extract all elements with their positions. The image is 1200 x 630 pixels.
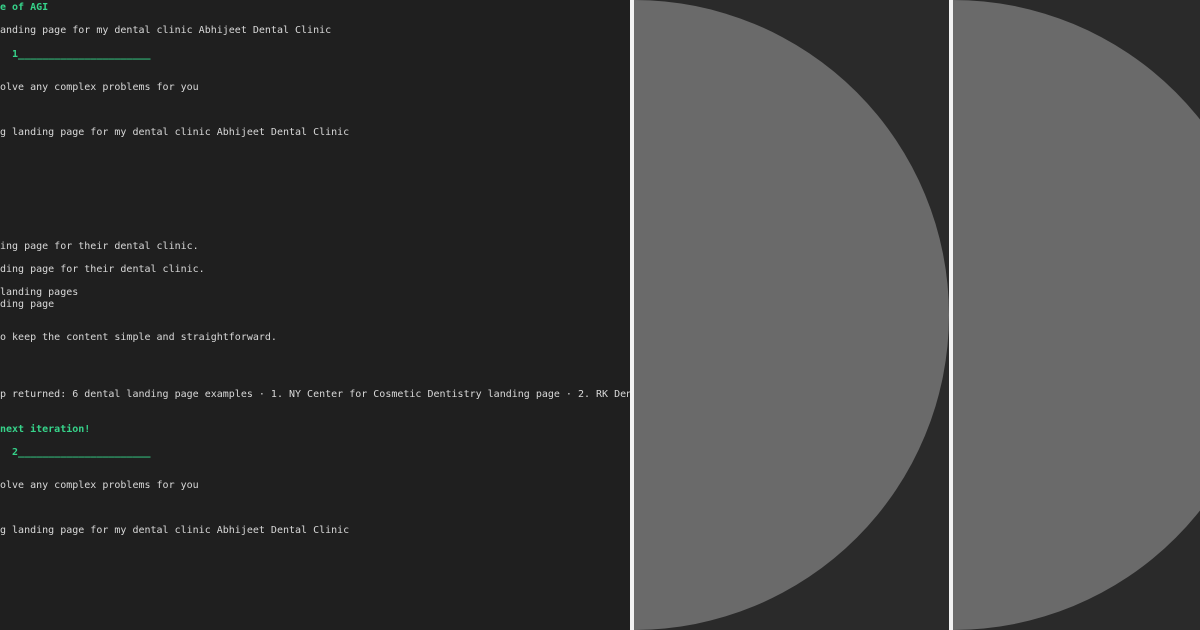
terminal-line: olve any complex problems for you (0, 480, 199, 491)
terminal-line: g landing page for my dental clinic Abhi… (0, 127, 350, 138)
semicircle-shape (953, 0, 1200, 630)
image-panel-right (953, 0, 1200, 630)
terminal-line: ing page for their dental clinic. (0, 241, 199, 252)
terminal-line: p returned: 6 dental landing page exampl… (0, 389, 630, 400)
terminal-line: 1______________________ (0, 49, 151, 60)
terminal-line: anding page for my dental clinic Abhijee… (0, 25, 332, 36)
terminal-line: ding page for their dental clinic. (0, 264, 205, 275)
terminal-line: o keep the content simple and straightfo… (0, 332, 277, 343)
terminal-line: 2______________________ (0, 447, 151, 458)
image-panel-left (634, 0, 949, 630)
terminal-line: ding page (0, 299, 55, 310)
terminal-line: g landing page for my dental clinic Abhi… (0, 525, 350, 536)
semicircle-shape (634, 0, 949, 630)
terminal-line: e of AGI (0, 2, 49, 13)
terminal-line: landing pages (0, 287, 79, 298)
terminal-output: e of AGI anding page for my dental clinic… (0, 0, 630, 630)
terminal-line: olve any complex problems for you (0, 82, 199, 93)
terminal-line: next iteration! (0, 424, 91, 435)
